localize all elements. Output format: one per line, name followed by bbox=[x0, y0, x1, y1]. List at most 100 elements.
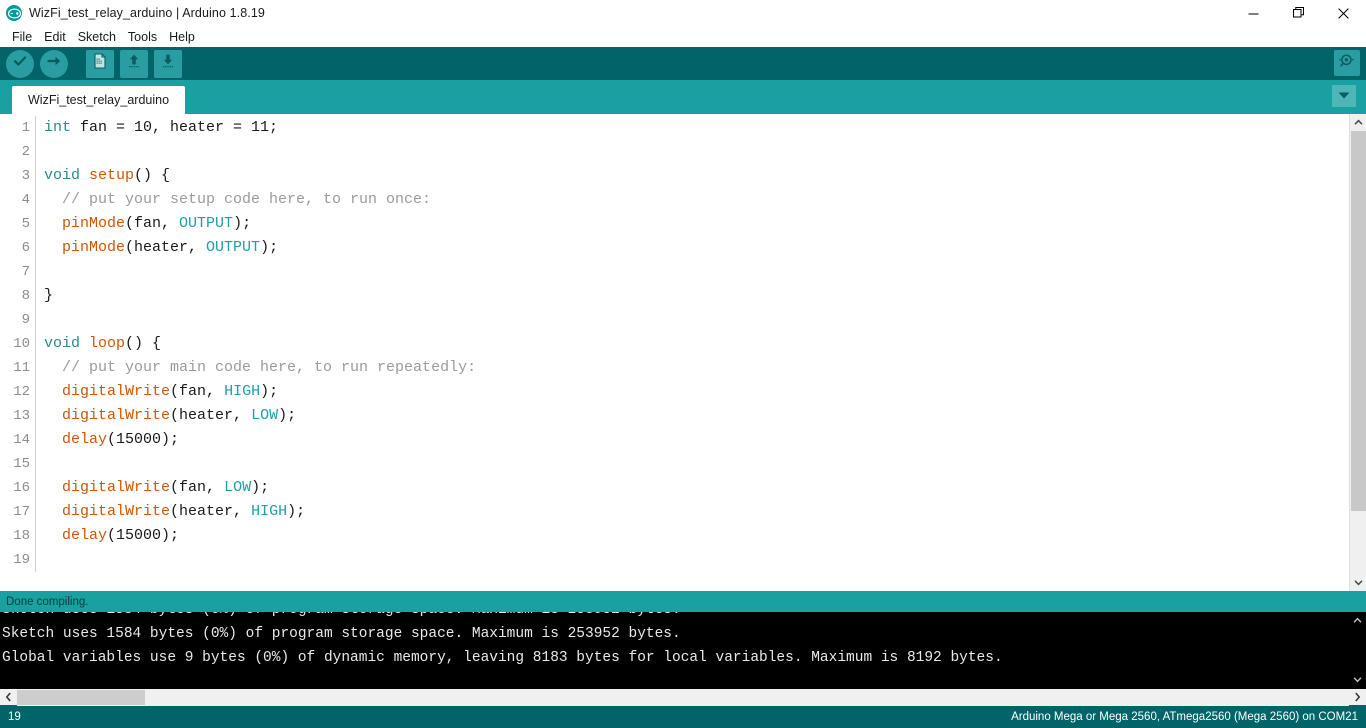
console-scroll-up-icon[interactable] bbox=[1349, 612, 1366, 629]
console-output[interactable]: Sketch uses 1584 bytes (0%) of program s… bbox=[0, 612, 1349, 688]
editor-vertical-scrollbar[interactable] bbox=[1349, 114, 1366, 591]
scroll-down-icon[interactable] bbox=[1349, 574, 1366, 591]
scroll-left-icon[interactable] bbox=[0, 689, 17, 706]
open-sketch-button[interactable] bbox=[120, 49, 148, 78]
line-text: // put your main code here, to run repea… bbox=[36, 356, 476, 380]
verify-button[interactable] bbox=[6, 49, 34, 78]
arrow-right-icon bbox=[46, 53, 62, 74]
status-bar: 19 Arduino Mega or Mega 2560, ATmega2560… bbox=[0, 705, 1366, 728]
menu-item-sketch[interactable]: Sketch bbox=[72, 28, 122, 46]
scroll-right-icon[interactable] bbox=[1349, 689, 1366, 706]
line-number: 18 bbox=[0, 524, 36, 548]
code-token: loop bbox=[89, 335, 126, 352]
editor-scroll-thumb[interactable] bbox=[1350, 131, 1366, 511]
line-number: 16 bbox=[0, 476, 36, 500]
scroll-up-icon[interactable] bbox=[1349, 114, 1366, 131]
restore-icon[interactable] bbox=[1276, 0, 1321, 26]
menu-item-tools[interactable]: Tools bbox=[122, 28, 163, 46]
code-line: 15 bbox=[0, 452, 1349, 476]
code-token: ); bbox=[260, 383, 279, 400]
code-line: 19 bbox=[0, 548, 1349, 572]
code-token: (15000); bbox=[107, 431, 180, 448]
tab-wizfi-test-relay-arduino[interactable]: WizFi_test_relay_arduino bbox=[12, 86, 186, 114]
code-line: 16 digitalWrite(fan, LOW); bbox=[0, 476, 1349, 500]
window-title: WizFi_test_relay_arduino | Arduino 1.8.1… bbox=[29, 6, 265, 20]
line-number: 2 bbox=[0, 140, 36, 164]
code-token: (fan, bbox=[170, 383, 225, 400]
editor-scroll-track[interactable] bbox=[1349, 131, 1366, 574]
code-line: 10 void loop() { bbox=[0, 332, 1349, 356]
code-editor[interactable]: 1 int fan = 10, heater = 11; 2 3 void setup(… bbox=[0, 114, 1349, 591]
tab-menu-button[interactable] bbox=[1332, 85, 1356, 107]
code-token: digitalWrite bbox=[62, 503, 171, 520]
code-token: delay bbox=[62, 527, 108, 544]
close-icon[interactable] bbox=[1321, 0, 1366, 26]
code-token: OUTPUT bbox=[206, 239, 261, 256]
new-sketch-button[interactable] bbox=[86, 49, 114, 78]
line-text bbox=[36, 140, 44, 164]
menu-item-file[interactable]: File bbox=[6, 28, 38, 46]
line-number: 17 bbox=[0, 500, 36, 524]
console-hscroll-track[interactable] bbox=[17, 688, 1349, 706]
toolbar bbox=[0, 47, 1366, 80]
code-token: digitalWrite bbox=[62, 407, 171, 424]
line-number: 4 bbox=[0, 188, 36, 212]
console-scroll-down-icon[interactable] bbox=[1349, 671, 1366, 688]
serial-monitor-button[interactable] bbox=[1334, 50, 1360, 76]
code-line: 1 int fan = 10, heater = 11; bbox=[0, 116, 1349, 140]
code-token: () { bbox=[125, 335, 162, 352]
console-hscroll-thumb[interactable] bbox=[17, 689, 145, 705]
line-number: 19 bbox=[0, 548, 36, 572]
arduino-logo-icon bbox=[6, 5, 22, 21]
line-number: 15 bbox=[0, 452, 36, 476]
code-token: fan = 10, heater = 11; bbox=[71, 119, 279, 136]
tab-bar: WizFi_test_relay_arduino bbox=[0, 80, 1366, 114]
code-line: 18 delay(15000); bbox=[0, 524, 1349, 548]
code-token: void bbox=[44, 335, 81, 352]
line-text: int fan = 10, heater = 11; bbox=[36, 116, 278, 140]
menu-item-help[interactable]: Help bbox=[163, 28, 201, 46]
code-token: delay bbox=[62, 431, 108, 448]
line-text: digitalWrite(fan, HIGH); bbox=[36, 380, 278, 404]
console-horizontal-scrollbar[interactable] bbox=[0, 688, 1366, 706]
upload-button[interactable] bbox=[40, 49, 68, 78]
code-line: 9 bbox=[0, 308, 1349, 332]
code-line: 14 delay(15000); bbox=[0, 428, 1349, 452]
selected-board-label: Arduino Mega or Mega 2560, ATmega2560 (M… bbox=[1011, 710, 1358, 723]
line-text: } bbox=[36, 284, 53, 308]
menu-item-edit[interactable]: Edit bbox=[38, 28, 72, 46]
code-line: 6 pinMode(heater, OUTPUT); bbox=[0, 236, 1349, 260]
line-number: 10 bbox=[0, 332, 36, 356]
console-line: Sketch uses 1584 bytes (0%) of program s… bbox=[2, 626, 681, 642]
code-token: (heater, bbox=[170, 407, 252, 424]
code-line: 2 bbox=[0, 140, 1349, 164]
serial-monitor-icon bbox=[1338, 52, 1356, 75]
code-line: 5 pinMode(fan, OUTPUT); bbox=[0, 212, 1349, 236]
console-scroll-track[interactable] bbox=[1349, 629, 1366, 671]
code-token: LOW bbox=[251, 407, 279, 424]
code-token: ); bbox=[251, 479, 270, 496]
code-token: ); bbox=[260, 239, 279, 256]
editor-area: 1 int fan = 10, heater = 11; 2 3 void setup(… bbox=[0, 114, 1366, 591]
minimize-icon[interactable] bbox=[1231, 0, 1276, 26]
cursor-line-number: 19 bbox=[8, 710, 21, 723]
line-number: 9 bbox=[0, 308, 36, 332]
console-area: Sketch uses 1584 bytes (0%) of program s… bbox=[0, 612, 1366, 688]
code-token: HIGH bbox=[251, 503, 288, 520]
code-line: 12 digitalWrite(fan, HIGH); bbox=[0, 380, 1349, 404]
line-text: digitalWrite(heater, HIGH); bbox=[36, 500, 305, 524]
line-text: pinMode(heater, OUTPUT); bbox=[36, 236, 278, 260]
console-vertical-scrollbar[interactable] bbox=[1349, 612, 1366, 688]
code-token: digitalWrite bbox=[62, 479, 171, 496]
line-text: delay(15000); bbox=[36, 428, 179, 452]
line-number: 14 bbox=[0, 428, 36, 452]
code-token: (fan, bbox=[170, 479, 225, 496]
line-number: 8 bbox=[0, 284, 36, 308]
code-token: pinMode bbox=[62, 215, 126, 232]
line-text: digitalWrite(heater, LOW); bbox=[36, 404, 296, 428]
save-sketch-button[interactable] bbox=[154, 49, 182, 78]
